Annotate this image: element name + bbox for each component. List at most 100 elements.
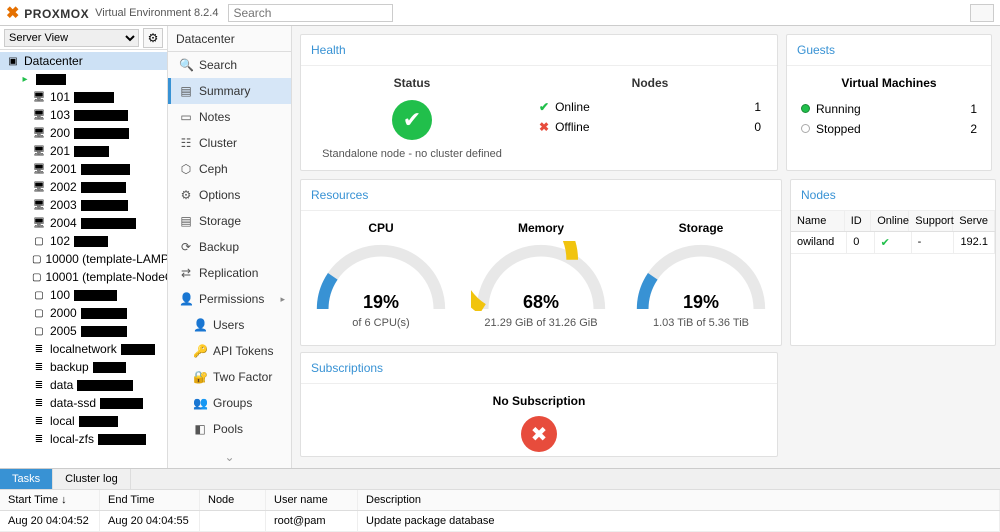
vm-icon: 🖥 xyxy=(32,163,46,175)
logo: ✖ PROXMOX xyxy=(6,3,89,23)
health-panel: Health Status ✔ Standalone node - no clu… xyxy=(300,34,778,171)
tree-root-datacenter[interactable]: ▣ Datacenter xyxy=(0,52,167,70)
panel-title: Subscriptions xyxy=(301,353,777,384)
tree-item[interactable]: 🖥201 xyxy=(0,142,167,160)
datacenter-icon: ▣ xyxy=(6,55,20,67)
gear-icon: ⚙ xyxy=(148,31,159,45)
menu-item-replication[interactable]: ⇄Replication xyxy=(168,260,291,286)
ct-icon: ▢ xyxy=(32,325,46,337)
check-icon: ✔ xyxy=(539,100,549,114)
menu-item-backup[interactable]: ⟳Backup xyxy=(168,234,291,260)
search-input[interactable] xyxy=(228,4,393,22)
tree-item[interactable]: ≣local xyxy=(0,412,167,430)
ct-icon: ▢ xyxy=(32,253,41,265)
panel-title: Guests xyxy=(787,35,991,66)
menu-icon: ◧ xyxy=(193,422,207,436)
menu-icon: 🔐 xyxy=(193,370,207,384)
subscriptions-panel: Subscriptions No Subscription ✖ xyxy=(300,352,778,457)
ct-icon: ▢ xyxy=(32,271,41,283)
gear-button[interactable]: ⚙ xyxy=(143,28,163,48)
vm-icon: 🖥 xyxy=(32,217,46,229)
tree-item[interactable]: 🖥2004 xyxy=(0,214,167,232)
gauge-percent: 68% xyxy=(471,292,611,313)
logo-x-icon: ✖ xyxy=(6,5,20,22)
storage-icon: ≣ xyxy=(32,379,46,391)
error-icon: ✖ xyxy=(521,416,557,452)
server-icon: ▸ xyxy=(18,73,32,85)
vm-icon: 🖥 xyxy=(32,181,46,193)
tree-item[interactable]: 🖥2003 xyxy=(0,196,167,214)
gauge-label: CPU xyxy=(301,221,461,235)
tree-item[interactable]: 🖥103 xyxy=(0,106,167,124)
menu-expand-icon[interactable]: ⌄ xyxy=(168,446,291,468)
tree-item[interactable]: ▢2005 xyxy=(0,322,167,340)
menu-item-options[interactable]: ⚙Options xyxy=(168,182,291,208)
storage-icon: ≣ xyxy=(32,397,46,409)
menu-icon: ▭ xyxy=(179,110,193,124)
topbar-button[interactable] xyxy=(970,4,994,22)
nodes-table-header: Name ID Online Support Serve xyxy=(791,211,995,232)
tree-item[interactable]: 🖥2001 xyxy=(0,160,167,178)
config-menu: Datacenter 🔍Search▤Summary▭Notes☷Cluster… xyxy=(168,26,292,468)
menu-item-api-tokens[interactable]: 🔑API Tokens xyxy=(168,338,291,364)
gauge-storage: Storage19%1.03 TiB of 5.36 TiB xyxy=(621,221,781,329)
menu-item-summary[interactable]: ▤Summary xyxy=(168,78,291,104)
tree-item[interactable]: ≣localnetwork xyxy=(0,340,167,358)
tree-item[interactable]: ▢10001 (template-NodeCouchD xyxy=(0,268,167,286)
table-row[interactable]: Aug 20 04:04:52 Aug 20 04:04:55 root@pam… xyxy=(0,511,1000,532)
resources-panel: Resources CPU19%of 6 CPU(s)Memory68%21.2… xyxy=(300,179,782,346)
guests-panel: Guests Virtual Machines Running 1 Stoppe… xyxy=(786,34,992,171)
menu-item-pools[interactable]: ◧Pools xyxy=(168,416,291,442)
vm-icon: 🖥 xyxy=(32,199,46,211)
tree-item[interactable]: 🖥2002 xyxy=(0,178,167,196)
status-ok-icon: ✔ xyxy=(392,100,432,140)
tree-item[interactable]: ▢10000 (template-LAMP) xyxy=(0,250,167,268)
running-count: 1 xyxy=(970,102,977,116)
menu-item-groups[interactable]: 👥Groups xyxy=(168,390,291,416)
menu-item-storage[interactable]: ▤Storage xyxy=(168,208,291,234)
tree-item[interactable]: ≣backup xyxy=(0,358,167,376)
left-panel: Server View ⚙ ▣ Datacenter ▸ 🖥101 🖥103 🖥… xyxy=(0,26,168,468)
stopped-dot-icon xyxy=(801,124,810,133)
menu-item-search[interactable]: 🔍Search xyxy=(168,52,291,78)
vm-icon: 🖥 xyxy=(32,91,46,103)
menu-icon: ▤ xyxy=(179,84,193,98)
nodes-heading: Nodes xyxy=(539,76,761,90)
menu-item-cluster[interactable]: ☷Cluster xyxy=(168,130,291,156)
no-subscription-text: No Subscription xyxy=(301,394,777,408)
panel-title: Resources xyxy=(301,180,781,211)
tab-cluster-log[interactable]: Cluster log xyxy=(53,469,131,489)
gauge-subtitle: of 6 CPU(s) xyxy=(301,317,461,329)
vm-icon: 🖥 xyxy=(32,127,46,139)
menu-icon: 🔑 xyxy=(193,344,207,358)
tree-item[interactable]: ≣data-ssd xyxy=(0,394,167,412)
menu-icon: 👤 xyxy=(193,318,207,332)
table-row[interactable]: owiland 0 ✔ - 192.1 xyxy=(791,232,995,254)
tasks-header: Start Time ↓ End Time Node User name Des… xyxy=(0,490,1000,511)
tree-item[interactable]: ▢102 xyxy=(0,232,167,250)
view-selector[interactable]: Server View xyxy=(4,29,139,47)
menu-item-notes[interactable]: ▭Notes xyxy=(168,104,291,130)
online-count: 1 xyxy=(754,100,761,114)
menu-item-permissions[interactable]: 👤Permissions▸ xyxy=(168,286,291,312)
gauge-memory: Memory68%21.29 GiB of 31.26 GiB xyxy=(461,221,621,329)
config-header: Datacenter xyxy=(168,26,291,52)
menu-item-users[interactable]: 👤Users xyxy=(168,312,291,338)
tab-tasks[interactable]: Tasks xyxy=(0,469,53,489)
menu-item-two-factor[interactable]: 🔐Two Factor xyxy=(168,364,291,390)
vm-heading: Virtual Machines xyxy=(801,76,977,90)
menu-icon: 👤 xyxy=(179,292,193,306)
menu-item-ceph[interactable]: ⬡Ceph xyxy=(168,156,291,182)
tree-item[interactable]: ▢100 xyxy=(0,286,167,304)
tree-item[interactable]: ≣data xyxy=(0,376,167,394)
tasks-panel: Tasks Cluster log Start Time ↓ End Time … xyxy=(0,468,1000,532)
tree-item[interactable]: ▢2000 xyxy=(0,304,167,322)
x-icon: ✖ xyxy=(539,120,549,134)
ct-icon: ▢ xyxy=(32,307,46,319)
tree-node[interactable]: ▸ xyxy=(0,70,167,88)
stopped-count: 2 xyxy=(970,122,977,136)
tree-item[interactable]: 🖥101 xyxy=(0,88,167,106)
tree-item[interactable]: ≣local-zfs xyxy=(0,430,167,448)
menu-icon: 👥 xyxy=(193,396,207,410)
tree-item[interactable]: 🖥200 xyxy=(0,124,167,142)
